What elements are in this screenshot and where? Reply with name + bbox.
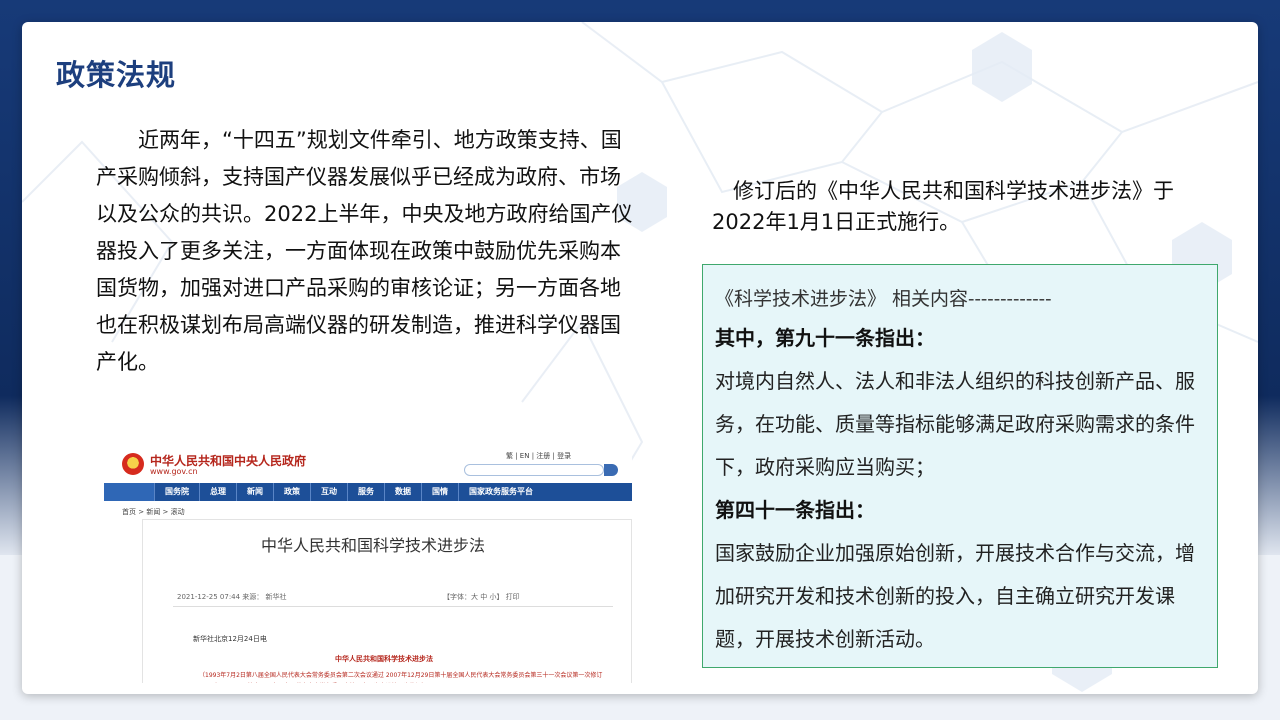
- gov-dateline: 新华社北京12月24日电: [193, 635, 267, 643]
- gov-nav-home-icon: [104, 483, 154, 501]
- article-91-text: 对境内自然人、法人和非法人组织的科技创新产品、服务，在功能、质量等指标能够满足政…: [715, 369, 1195, 479]
- gov-nav-item: 数据: [384, 483, 421, 501]
- gov-search-input: [464, 464, 604, 476]
- gov-nav-item: 国情: [421, 483, 458, 501]
- law-excerpt-box: 《科学技术进步法》 相关内容------------- 其中，第九十一条指出： …: [702, 264, 1218, 668]
- gov-article-meta: 2021-12-25 07:44 来源： 新华社: [177, 593, 287, 601]
- search-icon: [604, 464, 618, 476]
- gov-law-title: 中华人民共和国科学技术进步法: [335, 655, 433, 663]
- gov-nav-item: 总理: [199, 483, 236, 501]
- gov-nav-item: 国务院: [154, 483, 199, 501]
- gov-law-note: （1993年7月2日第八届全国人民代表大会常务委员会第二次会议通过 2007年1…: [199, 672, 603, 679]
- law-revision-note: 修订后的《中华人民共和国科学技术进步法》于2022年1月1日正式施行。: [712, 179, 1174, 234]
- gov-site-url: www.gov.cn: [150, 467, 198, 476]
- gov-article-title: 中华人民共和国科学技术进步法: [261, 536, 486, 555]
- gov-nav-item: 服务: [347, 483, 384, 501]
- article-41-label: 第四十一条指出：: [715, 498, 875, 522]
- article-41-text: 国家鼓励企业加强原始创新，开展技术合作与交流，增加研究开发和技术创新的投入，自主…: [715, 541, 1195, 651]
- gov-website-screenshot: 中华人民共和国中央人民政府 www.gov.cn 繁 | EN | 注册 | 登…: [104, 447, 632, 683]
- gov-top-links: 繁 | EN | 注册 | 登录: [506, 452, 572, 460]
- gov-header: 中华人民共和国中央人民政府 www.gov.cn 繁 | EN | 注册 | 登…: [104, 447, 632, 483]
- intro-paragraph: 近两年，“十四五”规划文件牵引、地方政策支持、国产采购倾斜，支持国产仪器发展似乎…: [96, 128, 633, 374]
- gov-nav-item: 新闻: [236, 483, 273, 501]
- gov-divider: [173, 606, 613, 607]
- excerpt-header: 《科学技术进步法》 相关内容-------------: [715, 288, 1052, 310]
- national-emblem-icon: [122, 453, 144, 475]
- gov-breadcrumb: 首页 > 新闻 > 滚动: [122, 508, 185, 516]
- gov-article-panel: 中华人民共和国科学技术进步法 2021-12-25 07:44 来源： 新华社 …: [142, 519, 632, 683]
- gov-nav-item: 政策: [273, 483, 310, 501]
- page-title: 政策法规: [56, 58, 177, 92]
- gov-nav-item: 互动: [310, 483, 347, 501]
- slide-card: 政策法规 近两年，“十四五”规划文件牵引、地方政策支持、国产采购倾斜，支持国产仪…: [22, 22, 1258, 694]
- gov-nav-item: 国家政务服务平台: [458, 483, 543, 501]
- gov-article-tools: 【字体：大 中 小】 打印: [443, 593, 520, 601]
- article-91-label: 其中，第九十一条指出：: [715, 326, 935, 350]
- gov-nav-bar: 国务院 总理 新闻 政策 互动 服务 数据 国情 国家政务服务平台: [104, 483, 632, 501]
